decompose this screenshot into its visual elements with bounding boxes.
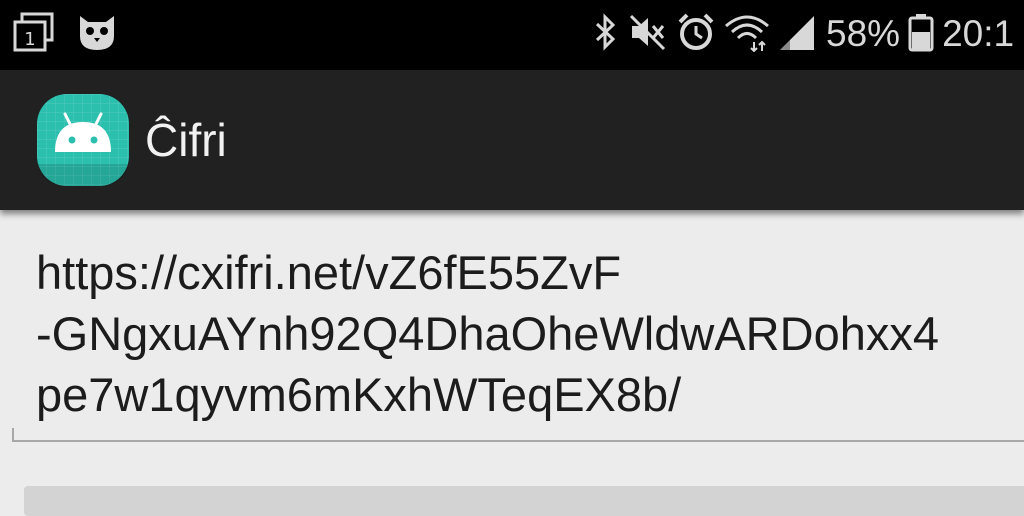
action-button[interactable] (24, 486, 1024, 516)
clock: 20:1 (942, 13, 1015, 54)
signal-icon (778, 12, 818, 57)
android-icon (37, 94, 129, 186)
recent-apps-badge: 1 (24, 29, 35, 50)
status-bar-right: 58% 20:1 (592, 12, 1014, 56)
status-bar: 1 58% 20:1 (0, 0, 1024, 70)
battery-icon (908, 12, 934, 57)
alarm-icon (676, 12, 716, 57)
mute-icon (628, 12, 668, 57)
battery-percent: 58% (826, 13, 901, 54)
owl-notification-icon (76, 12, 118, 57)
bluetooth-icon (592, 12, 620, 57)
app-bar: Ĉifri (0, 70, 1024, 210)
url-line: pe7w1qyvm6mKxhWTeqEX8b/ (36, 368, 682, 421)
wifi-icon (724, 12, 770, 57)
text-field-underline (12, 428, 1024, 442)
status-bar-left: 1 (12, 12, 118, 56)
url-line: -GNgxuAYnh92Q4DhaOheWldwARDohxx4 (36, 307, 939, 360)
recent-apps-icon: 1 (12, 12, 56, 57)
url-text-field[interactable]: https://cxifri.net/vZ6fE55ZvF -GNgxuAYnh… (36, 242, 1024, 425)
main-content: https://cxifri.net/vZ6fE55ZvF -GNgxuAYnh… (0, 210, 1024, 516)
app-title: Ĉifri (145, 114, 227, 166)
url-line: https://cxifri.net/vZ6fE55ZvF (36, 246, 622, 299)
